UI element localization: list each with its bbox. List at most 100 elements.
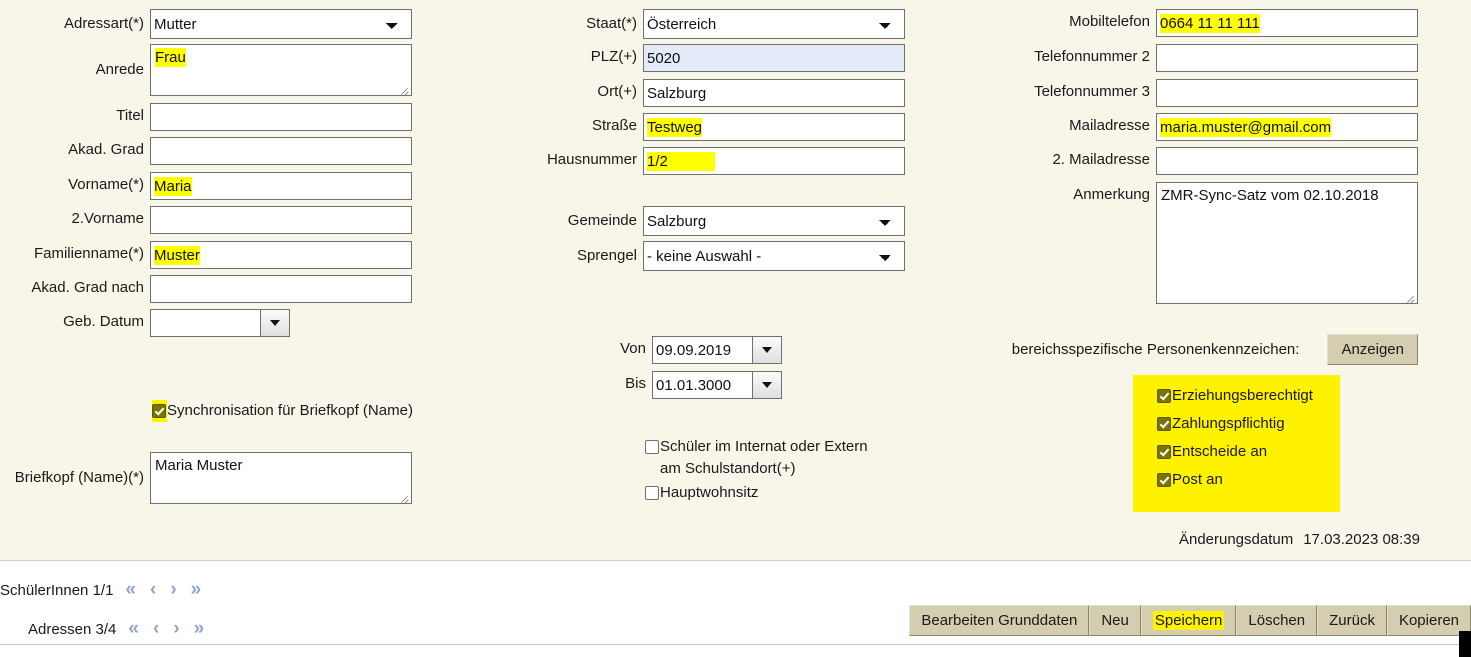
pager-prev-icon[interactable]: ‹ xyxy=(153,618,159,640)
field-row-sprengel: Sprengel - keine Auswahl - xyxy=(520,241,905,271)
speichern-label: Speichern xyxy=(1152,611,1225,630)
input-strasse[interactable]: Testweg xyxy=(643,113,905,141)
input-akad-grad[interactable] xyxy=(150,137,412,165)
bis-dropdown-button[interactable] xyxy=(752,371,782,399)
checkbox-row-post-an[interactable]: Post an xyxy=(1157,469,1340,491)
select-adressart-value: Mutter xyxy=(154,15,197,33)
geb-datum-dropdown-button[interactable] xyxy=(260,309,290,337)
zurueck-button[interactable]: Zurück xyxy=(1317,605,1387,636)
neu-button[interactable]: Neu xyxy=(1089,605,1141,636)
input-plz-value: 5020 xyxy=(647,49,681,67)
field-row-bis: Bis 01.01.3000 xyxy=(520,371,782,399)
checkbox-row-erziehungsberechtigt[interactable]: Erziehungsberechtigt xyxy=(1157,385,1340,407)
checkbox-erziehungsberechtigt[interactable] xyxy=(1157,389,1171,403)
label-telefonnummer-2: Telefonnummer 2 xyxy=(1034,48,1150,65)
pager-first-icon[interactable]: « xyxy=(128,618,138,640)
label-bis: Bis xyxy=(625,375,646,392)
field-row-briefkopf: Briefkopf (Name)(*) Maria Muster xyxy=(0,452,412,504)
pager-next-icon[interactable]: › xyxy=(173,618,179,640)
anzeigen-button[interactable]: Anzeigen xyxy=(1327,334,1418,365)
label-synchronisation: Synchronisation für Briefkopf (Name) xyxy=(167,402,413,419)
checkbox-zahlungspflichtig[interactable] xyxy=(1157,417,1171,431)
textarea-anmerkung[interactable]: ZMR-Sync-Satz vom 02.10.2018 xyxy=(1156,182,1418,304)
field-row-telefonnummer-3: Telefonnummer 3 xyxy=(1000,79,1418,107)
pager-prev-icon[interactable]: ‹ xyxy=(150,579,156,601)
datepicker-bis[interactable]: 01.01.3000 xyxy=(652,371,782,399)
textarea-anrede[interactable]: Frau xyxy=(150,44,412,96)
field-row-telefonnummer-2: Telefonnummer 2 xyxy=(1000,44,1418,72)
field-row-ort: Ort(+) Salzburg xyxy=(520,79,905,107)
field-row-adressart: Adressart(*) Mutter xyxy=(0,9,412,39)
input-mailadresse[interactable]: maria.muster@gmail.com xyxy=(1156,113,1418,141)
form-area: Adressart(*) Mutter Anrede Frau Titel Ak… xyxy=(0,0,1471,560)
field-row-von: Von 09.09.2019 xyxy=(520,336,782,364)
select-staat-value: Österreich xyxy=(647,15,717,33)
checkbox-row-entscheide-an[interactable]: Entscheide an xyxy=(1157,441,1340,463)
checkbox-row-schueler-internat[interactable]: Schüler im Internat oder Extern am Schul… xyxy=(645,436,895,480)
select-sprengel[interactable]: - keine Auswahl - xyxy=(643,241,905,271)
label-anmerkung: Anmerkung xyxy=(1073,186,1150,203)
action-button-bar: Bearbeiten Grunddaten Neu Speichern Lösc… xyxy=(909,605,1471,636)
pager-last-icon[interactable]: » xyxy=(191,579,201,601)
loeschen-button[interactable]: Löschen xyxy=(1236,605,1318,636)
resize-handle-icon xyxy=(1404,291,1416,303)
input-geb-datum[interactable] xyxy=(150,309,260,337)
pager-adressen: Adressen 3/4 « ‹ › » xyxy=(28,618,204,640)
input-bis[interactable]: 01.01.3000 xyxy=(652,371,752,399)
input-plz[interactable]: 5020 xyxy=(643,44,905,72)
datepicker-geb-datum[interactable] xyxy=(150,309,290,337)
von-dropdown-button[interactable] xyxy=(752,336,782,364)
select-adressart[interactable]: Mutter xyxy=(150,9,412,39)
select-sprengel-value: - keine Auswahl - xyxy=(647,247,762,265)
input-zweiter-vorname[interactable] xyxy=(150,206,412,234)
input-vorname-value: Maria xyxy=(154,176,192,196)
textarea-briefkopf[interactable]: Maria Muster xyxy=(150,452,412,504)
pager-last-icon[interactable]: » xyxy=(194,618,204,640)
label-adressart: Adressart(*) xyxy=(63,15,144,32)
checkbox-schueler-internat[interactable] xyxy=(645,440,659,454)
label-staat: Staat(*) xyxy=(586,15,637,32)
input-vorname[interactable]: Maria xyxy=(150,172,412,200)
label-von: Von xyxy=(620,340,646,357)
pager-next-icon[interactable]: › xyxy=(170,579,176,601)
bpk-row: bereichsspezifische Personenkennzeichen:… xyxy=(994,334,1418,365)
checkbox-entscheide-an[interactable] xyxy=(1157,445,1171,459)
checkbox-row-zahlungspflichtig[interactable]: Zahlungspflichtig xyxy=(1157,413,1340,435)
input-bis-value: 01.01.3000 xyxy=(656,376,732,394)
speichern-button[interactable]: Speichern xyxy=(1140,605,1237,636)
input-mobiltelefon[interactable]: 0664 11 11 111 xyxy=(1156,9,1418,37)
label-titel: Titel xyxy=(116,107,144,124)
label-zweiter-vorname: 2.Vorname xyxy=(71,210,144,227)
input-ort[interactable]: Salzburg xyxy=(643,79,905,107)
input-titel[interactable] xyxy=(150,103,412,131)
label-entscheide-an: Entscheide an xyxy=(1172,443,1268,460)
field-row-hausnummer: Hausnummer 1/2 xyxy=(520,147,905,175)
input-familienname[interactable]: Muster xyxy=(150,241,412,269)
textarea-anrede-value: Frau xyxy=(155,48,186,67)
pager-first-icon[interactable]: « xyxy=(125,579,135,601)
horizontal-scrollbar[interactable] xyxy=(0,644,1471,653)
checkbox-post-an[interactable] xyxy=(1157,473,1171,487)
label-ort: Ort(+) xyxy=(597,83,637,100)
field-row-mobiltelefon: Mobiltelefon 0664 11 11 111 xyxy=(1000,9,1418,37)
chevron-down-icon xyxy=(762,347,772,353)
select-staat[interactable]: Österreich xyxy=(643,9,905,39)
input-hausnummer[interactable]: 1/2 xyxy=(643,147,905,175)
input-telefonnummer-2[interactable] xyxy=(1156,44,1418,72)
bearbeiten-grunddaten-button[interactable]: Bearbeiten Grunddaten xyxy=(909,605,1090,636)
input-hausnummer-value: 1/2 xyxy=(647,151,715,171)
input-von[interactable]: 09.09.2019 xyxy=(652,336,752,364)
input-zweite-mailadresse[interactable] xyxy=(1156,147,1418,175)
label-telefonnummer-3: Telefonnummer 3 xyxy=(1034,83,1150,100)
checkbox-row-synchronisation[interactable]: Synchronisation für Briefkopf (Name) xyxy=(152,400,413,422)
label-plz: PLZ(+) xyxy=(590,48,637,65)
label-post-an: Post an xyxy=(1172,471,1223,488)
checkbox-row-hauptwohnsitz[interactable]: Hauptwohnsitz xyxy=(645,482,758,504)
checkbox-hauptwohnsitz[interactable] xyxy=(645,486,659,500)
select-gemeinde[interactable]: Salzburg xyxy=(643,206,905,236)
input-akad-grad-nach[interactable] xyxy=(150,275,412,303)
datepicker-von[interactable]: 09.09.2019 xyxy=(652,336,782,364)
input-telefonnummer-3[interactable] xyxy=(1156,79,1418,107)
checkbox-synchronisation[interactable] xyxy=(152,404,166,418)
label-geb-datum: Geb. Datum xyxy=(63,313,144,330)
